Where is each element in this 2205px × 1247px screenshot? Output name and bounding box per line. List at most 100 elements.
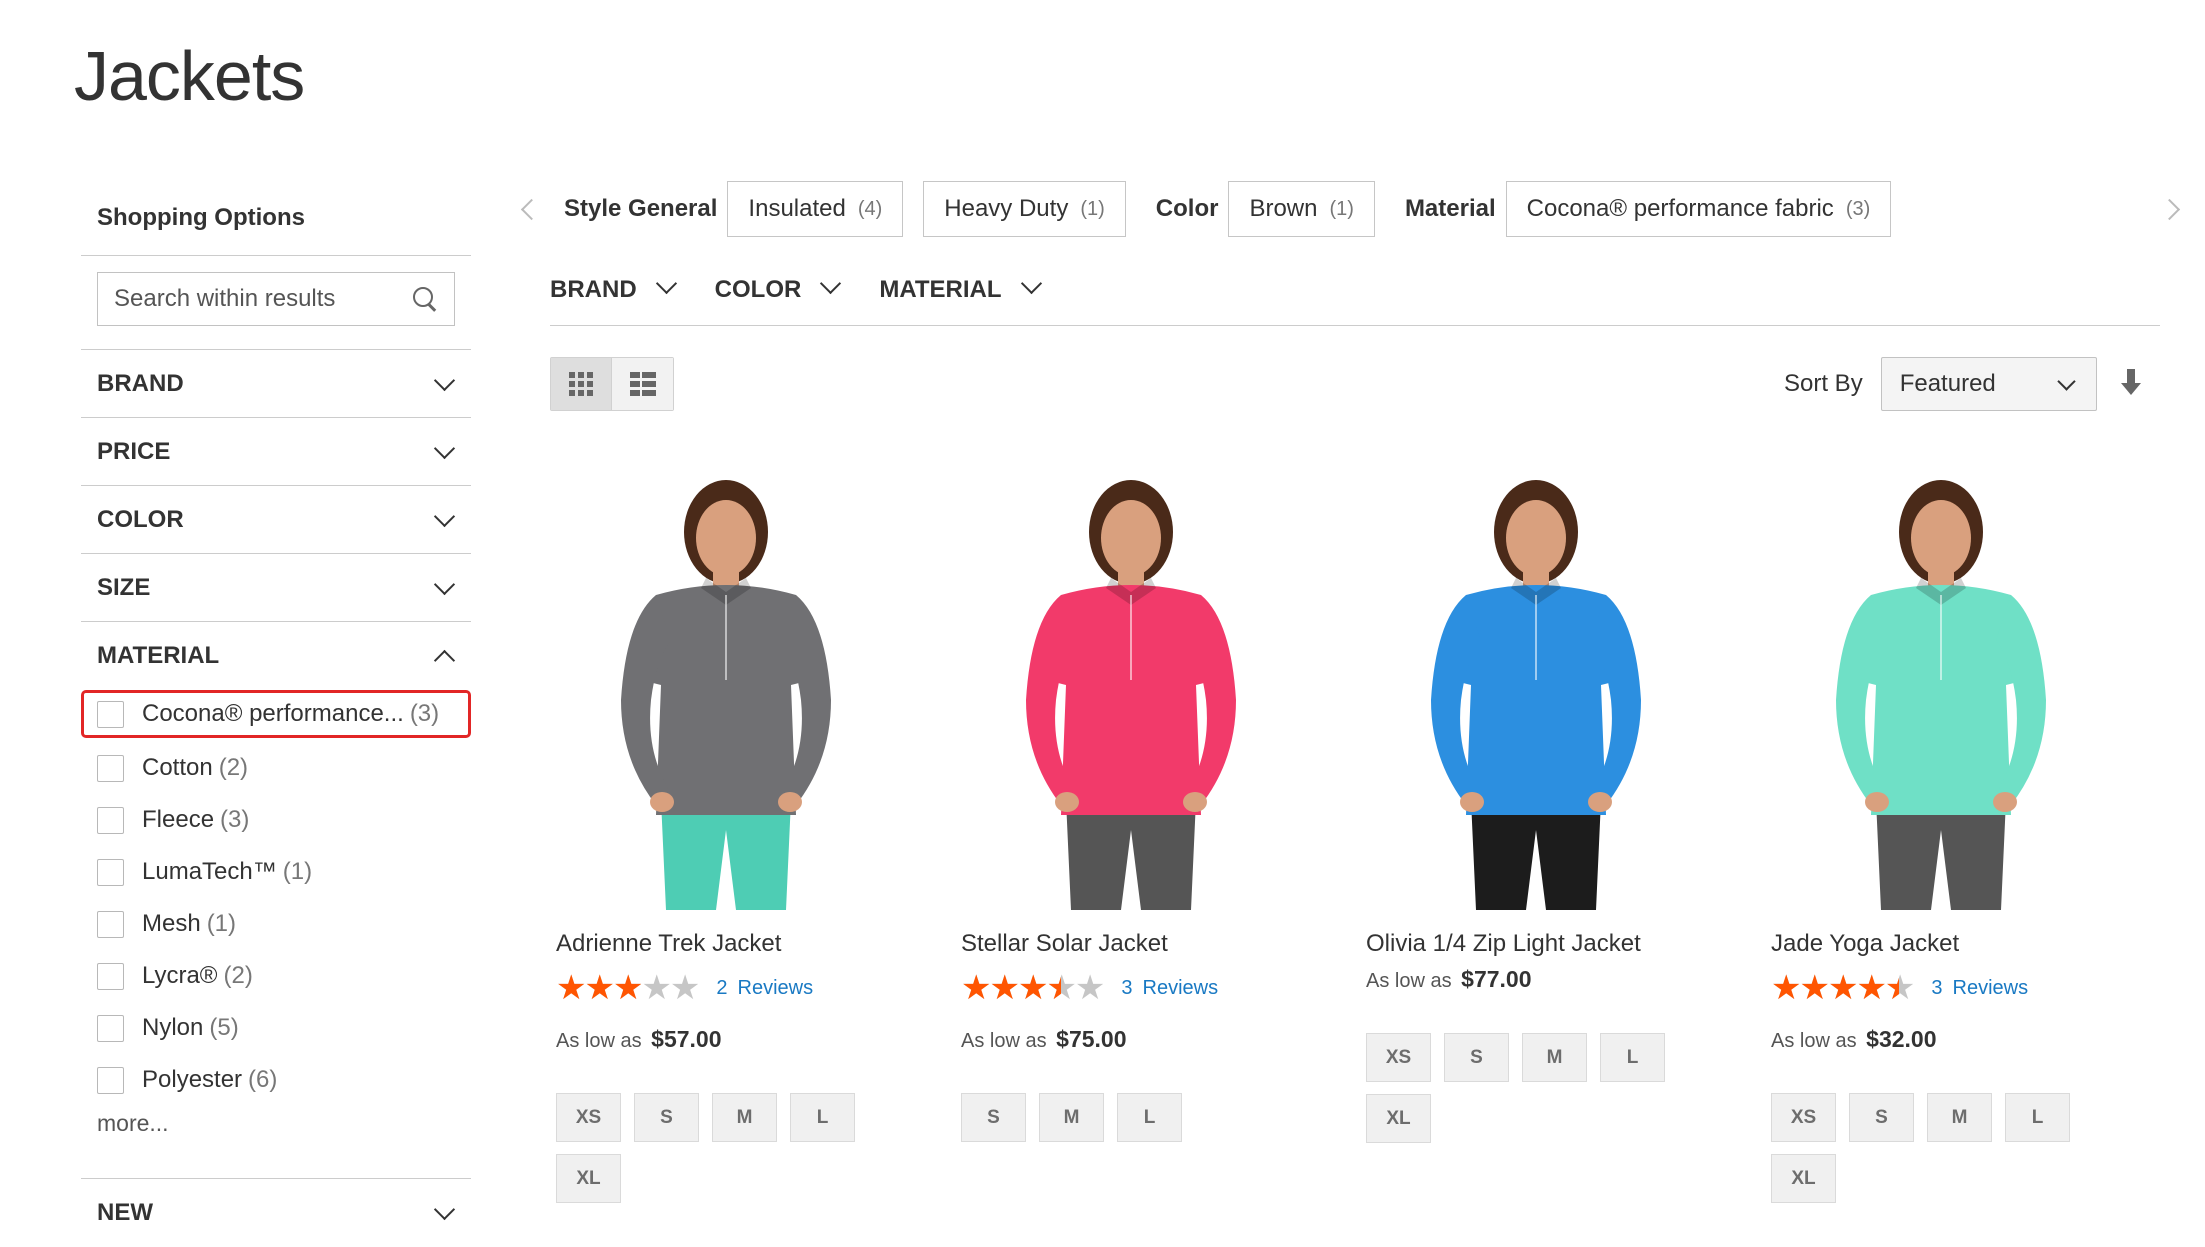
reviews-link[interactable]: 3 Reviews [1121,977,1218,1000]
option-count: (2) [223,962,253,989]
filter-brand[interactable]: BRAND [81,350,471,418]
chevron-left-icon[interactable] [520,201,536,217]
price-value: $75.00 [1056,1026,1127,1052]
filter-material[interactable]: MATERIAL [81,622,471,690]
checkbox[interactable] [97,962,124,990]
chip-heavy-duty[interactable]: Heavy Duty (1) [923,181,1126,237]
size-swatch[interactable]: XS [1366,1033,1431,1082]
size-swatch[interactable]: S [961,1093,1026,1142]
checkbox[interactable] [97,1014,124,1042]
price-prefix: As low as [556,1030,642,1052]
size-swatch[interactable]: S [1849,1093,1914,1142]
size-swatch[interactable]: S [1444,1033,1509,1082]
chip-group-style-label: Style General [564,195,718,222]
option-label: Mesh [142,910,201,937]
material-option-nylon[interactable]: Nylon (5) [81,1002,471,1054]
product-name[interactable]: Jade Yoga Jacket [1771,930,2151,958]
dropdown-material[interactable]: MATERIAL [879,268,1041,312]
checkbox[interactable] [97,910,124,938]
product-rating: ★★★★★★★★★★ 3Reviews [1771,969,2151,1007]
size-swatch[interactable]: L [790,1093,855,1142]
chip-cocona[interactable]: Cocona® performance fabric (3) [1505,181,1892,237]
material-option-cotton[interactable]: Cotton (2) [81,742,471,794]
option-count: (1) [282,858,313,885]
product-rating: ★★★★★★★★★★ 3Reviews [961,971,1341,1005]
reviews-link[interactable]: 3 Reviews [1931,977,2028,1000]
chevron-down-icon [433,509,455,531]
size-swatch[interactable]: L [1117,1093,1182,1142]
size-swatch[interactable]: XS [556,1093,621,1142]
option-count: (1) [206,910,237,937]
rating-stars-icon: ★★★★★★★★★★ [1771,969,1915,1007]
list-view-button[interactable] [612,358,673,410]
chevron-down-icon [1020,276,1042,298]
more-link[interactable]: more... [81,1106,471,1140]
size-swatch[interactable]: M [1039,1093,1104,1142]
active-filter-chips: Style General Insulated (4) Heavy Duty (1)… [520,180,2180,238]
dropdown-label: BRAND [550,276,637,303]
material-option-lumatech[interactable]: LumaTech™ (1) [81,846,471,898]
option-count: (2) [218,754,249,781]
price-value: $77.00 [1461,966,1532,992]
material-option-mesh[interactable]: Mesh (1) [81,898,471,950]
product-image[interactable] [1791,470,2091,910]
chevron-right-icon[interactable] [2164,201,2180,217]
checkbox[interactable] [97,700,124,728]
price-prefix: As low as [961,1030,1047,1052]
product-image[interactable] [1386,470,1686,910]
reviews-link[interactable]: 2 Reviews [716,977,813,1000]
chevron-down-icon [433,373,455,395]
grid-view-button[interactable] [551,358,612,410]
filter-new-label: NEW [97,1199,153,1226]
material-option-fleece[interactable]: Fleece (3) [81,794,471,846]
product-card[interactable]: Olivia 1/4 Zip Light Jacket As low as $77… [1366,470,1746,1143]
size-swatch[interactable]: M [1927,1093,1992,1142]
checkbox[interactable] [97,806,124,834]
size-swatch[interactable]: XL [1366,1094,1431,1143]
filter-new[interactable]: NEW [81,1179,471,1247]
product-price: As low as $32.00 [1771,1026,2151,1053]
chip-insulated[interactable]: Insulated (4) [727,181,904,237]
size-swatch[interactable]: L [1600,1033,1665,1082]
chip-brown[interactable]: Brown (1) [1228,181,1375,237]
filter-price[interactable]: PRICE [81,418,471,486]
material-option-polyester[interactable]: Polyester (6) [81,1054,471,1106]
sort-direction-arrow-icon[interactable] [2119,369,2143,399]
checkbox[interactable] [97,1066,124,1094]
product-name[interactable]: Olivia 1/4 Zip Light Jacket [1366,930,1746,958]
filter-material-label: MATERIAL [97,642,220,669]
size-swatch[interactable]: XL [556,1154,621,1203]
search-icon[interactable] [412,286,438,312]
product-rating: ★★★★★★★★★★ 2Reviews [556,971,936,1005]
material-option-lycra[interactable]: Lycra® (2) [81,950,471,1002]
size-swatch[interactable]: M [712,1093,777,1142]
price-value: $32.00 [1866,1026,1937,1052]
search-within-results-input[interactable]: Search within results [97,272,455,326]
product-image[interactable] [576,470,876,910]
chevron-down-icon [433,1202,455,1224]
product-image[interactable] [981,470,1281,910]
size-swatches: XS S M L XL [1771,1093,2091,1203]
size-swatch[interactable]: XS [1771,1093,1836,1142]
product-card[interactable]: Adrienne Trek Jacket ★★★★★★★★★★ 2Reviews… [556,470,936,1203]
product-name[interactable]: Adrienne Trek Jacket [556,930,936,958]
material-option-cocona[interactable]: Cocona® performance... (3) [81,690,471,738]
product-card[interactable]: Jade Yoga Jacket ★★★★★★★★★★ 3Reviews As l… [1771,470,2151,1203]
chip-group-material-label: Material [1404,195,1496,222]
sorter: Sort By Featured [1784,357,2143,411]
checkbox[interactable] [97,858,124,886]
option-count: (3) [220,806,250,833]
filter-color[interactable]: COLOR [81,486,471,554]
checkbox[interactable] [97,754,124,782]
dropdown-color[interactable]: COLOR [715,268,842,312]
sort-select-value: Featured [1899,370,1996,397]
dropdown-brand[interactable]: BRAND [550,268,677,312]
size-swatch[interactable]: L [2005,1093,2070,1142]
size-swatch[interactable]: XL [1771,1154,1836,1203]
sort-select[interactable]: Featured [1880,357,2097,411]
filter-size[interactable]: SIZE [81,554,471,622]
size-swatch[interactable]: S [634,1093,699,1142]
product-card[interactable]: Stellar Solar Jacket ★★★★★★★★★★ 3Reviews… [961,470,1341,1142]
size-swatch[interactable]: M [1522,1033,1587,1082]
product-name[interactable]: Stellar Solar Jacket [961,930,1341,958]
